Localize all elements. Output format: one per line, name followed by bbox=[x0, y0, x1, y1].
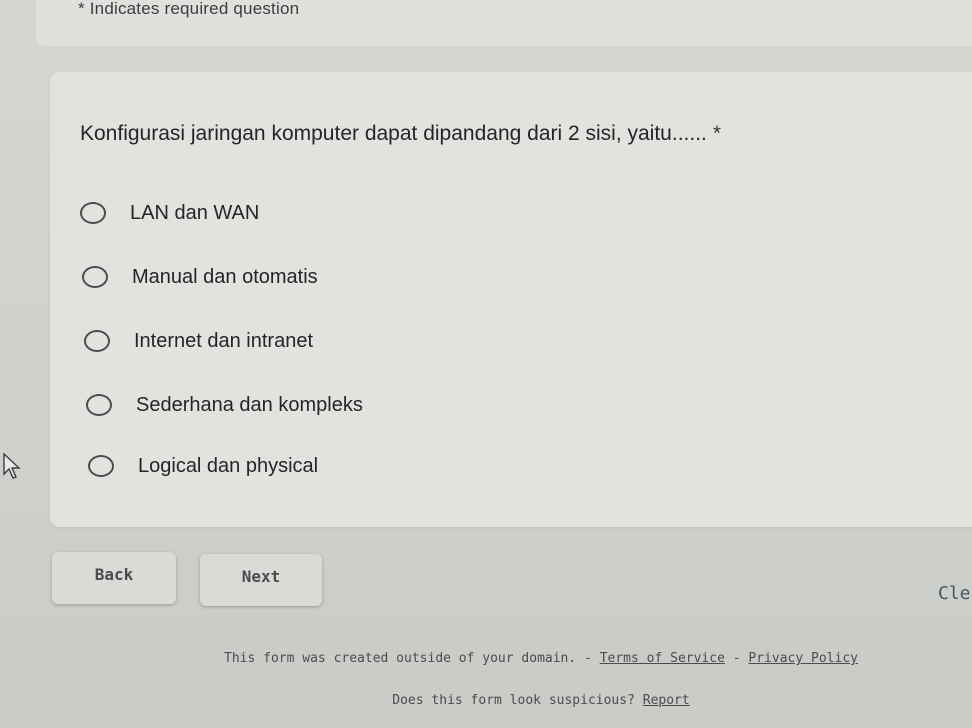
question-text: Konfigurasi jaringan komputer dapat dipa… bbox=[80, 122, 707, 145]
radio-button[interactable] bbox=[82, 266, 108, 288]
question-title: Konfigurasi jaringan komputer dapat dipa… bbox=[80, 122, 721, 146]
option-manual-dan-otomatis[interactable]: Manual dan otomatis bbox=[82, 261, 318, 293]
terms-of-service-link[interactable]: Terms of Service bbox=[600, 651, 725, 666]
radio-button[interactable] bbox=[88, 455, 114, 477]
footer-separator: - bbox=[724, 651, 749, 666]
option-label: Sederhana dan kompleks bbox=[136, 393, 363, 416]
footer-links: This form was created outside of your do… bbox=[0, 651, 972, 666]
option-logical-dan-physical[interactable]: Logical dan physical bbox=[88, 450, 318, 482]
footer-separator: - bbox=[576, 651, 600, 666]
option-sederhana-dan-kompleks[interactable]: Sederhana dan kompleks bbox=[86, 389, 363, 421]
footer-report: Does this form look suspicious? Report bbox=[0, 693, 972, 708]
report-link[interactable]: Report bbox=[643, 693, 690, 708]
mouse-pointer-icon bbox=[3, 452, 21, 479]
option-label: Internet dan intranet bbox=[134, 329, 314, 352]
option-internet-dan-intranet[interactable]: Internet dan intranet bbox=[84, 325, 313, 357]
domain-note: This form was created outside of your do… bbox=[224, 651, 577, 666]
required-marker: * bbox=[712, 122, 722, 145]
suspicious-prompt: Does this form look suspicious? bbox=[392, 693, 635, 708]
next-button[interactable]: Next bbox=[200, 554, 322, 606]
radio-button[interactable] bbox=[80, 202, 106, 224]
radio-button[interactable] bbox=[86, 394, 112, 416]
option-label: LAN dan WAN bbox=[130, 201, 260, 224]
privacy-policy-link[interactable]: Privacy Policy bbox=[748, 651, 858, 666]
option-lan-dan-wan[interactable]: LAN dan WAN bbox=[80, 197, 259, 229]
clear-form-button[interactable]: Cle bbox=[938, 583, 971, 604]
back-button[interactable]: Back bbox=[52, 552, 176, 604]
option-label: Manual dan otomatis bbox=[132, 265, 318, 288]
required-question-note: * Indicates required question bbox=[78, 0, 300, 18]
option-label: Logical dan physical bbox=[138, 454, 319, 477]
radio-button[interactable] bbox=[84, 330, 110, 352]
